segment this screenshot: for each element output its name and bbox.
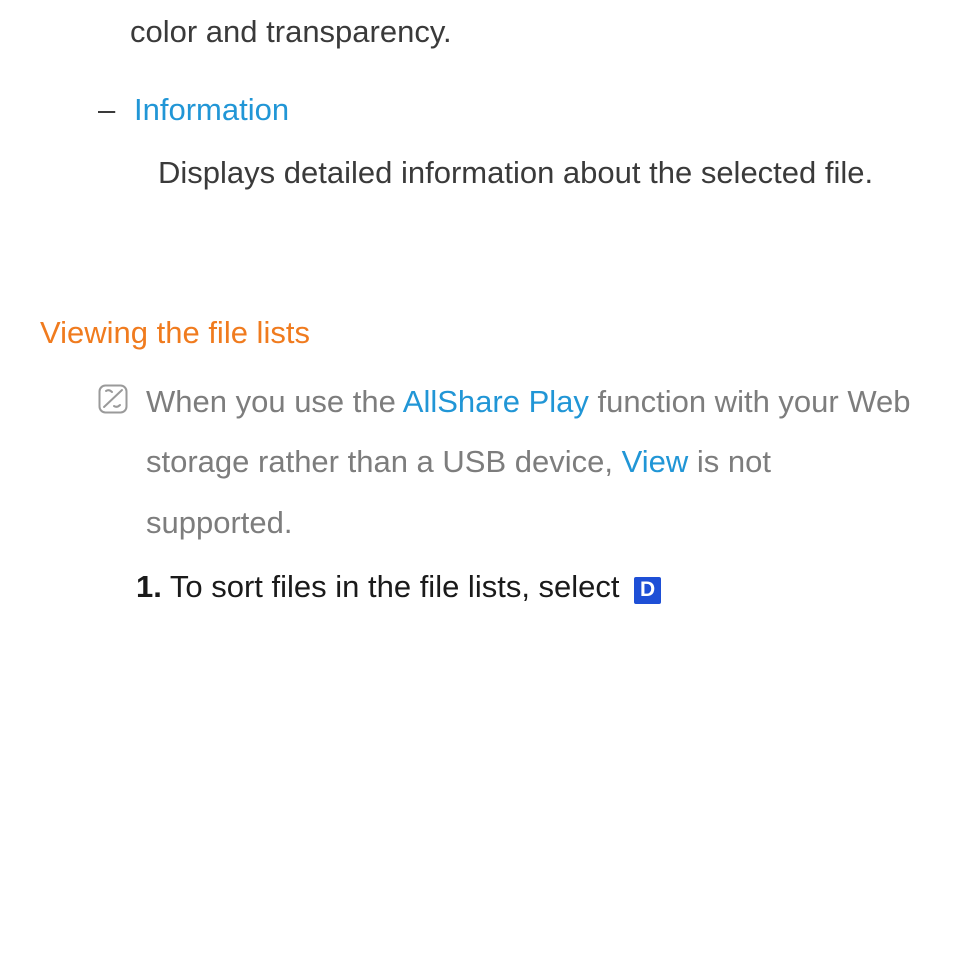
note-pre: When you use the bbox=[146, 384, 403, 419]
step-text-inner: To sort files in the file lists, select bbox=[170, 569, 628, 604]
note-block: When you use the AllShare Play function … bbox=[40, 372, 914, 553]
fragment-previous-sentence: color and transparency. bbox=[40, 2, 914, 62]
step-number: 1. bbox=[136, 557, 162, 617]
note-text: When you use the AllShare Play function … bbox=[146, 372, 914, 553]
note-allshare: AllShare Play bbox=[403, 384, 589, 419]
step-text: To sort files in the file lists, select … bbox=[170, 557, 661, 617]
note-icon bbox=[98, 384, 128, 414]
step-1: 1. To sort files in the file lists, sele… bbox=[40, 557, 914, 617]
d-button-icon: D bbox=[634, 577, 661, 604]
list-item-information: – Information bbox=[40, 80, 914, 140]
section-heading: Viewing the file lists bbox=[40, 303, 914, 363]
note-view: View bbox=[622, 444, 689, 479]
list-item-title: Information bbox=[134, 80, 289, 140]
dash-bullet: – bbox=[98, 80, 116, 140]
list-item-body: Displays detailed information about the … bbox=[40, 143, 914, 203]
